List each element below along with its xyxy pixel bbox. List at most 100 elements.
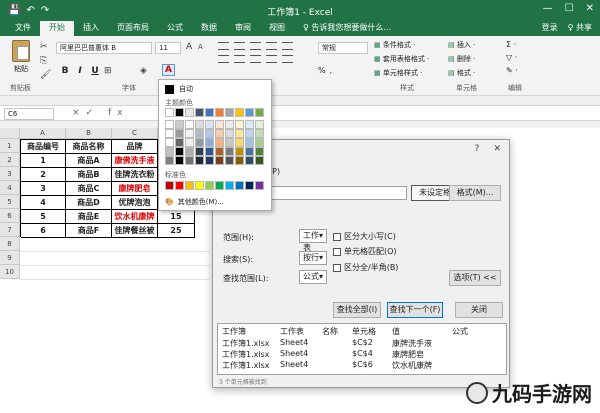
theme-color-swatch[interactable] <box>205 156 214 165</box>
theme-color-swatch[interactable] <box>175 129 184 138</box>
standard-color-swatch[interactable] <box>195 181 204 190</box>
row-header[interactable]: 2 <box>0 153 20 167</box>
theme-color-swatch[interactable] <box>255 129 264 138</box>
tab-formulas[interactable]: 公式 <box>158 21 192 36</box>
theme-color-swatch[interactable] <box>185 129 194 138</box>
border-icon[interactable]: ⊞ <box>104 66 112 76</box>
format-button[interactable]: 格式 · <box>448 68 475 78</box>
results-list[interactable]: 工作簿 工作表 名称 单元格 值 公式 工作簿1.xlsx Sheet4 $C$… <box>217 323 507 375</box>
scope-select[interactable]: 工作表 <box>299 229 327 252</box>
theme-color-swatch[interactable] <box>185 156 194 165</box>
theme-color-swatch[interactable] <box>235 129 244 138</box>
table-cell[interactable]: 4 <box>21 196 66 210</box>
wrap-text-icon[interactable] <box>282 42 293 50</box>
standard-color-swatch[interactable] <box>225 181 234 190</box>
table-cell[interactable]: 佳牌餐丝被 <box>112 224 158 238</box>
tab-view[interactable]: 视图 <box>260 21 294 36</box>
theme-color-swatch[interactable] <box>255 156 264 165</box>
theme-color-swatch[interactable] <box>205 138 214 147</box>
theme-color-swatch[interactable] <box>165 108 174 117</box>
standard-color-swatch[interactable] <box>175 181 184 190</box>
theme-color-swatch[interactable] <box>175 147 184 156</box>
tab-page-layout[interactable]: 页面布局 <box>108 21 158 36</box>
column-header-c[interactable]: C <box>112 128 158 139</box>
row-header[interactable]: 7 <box>0 223 20 237</box>
list-item[interactable]: 工作簿1.xlsx Sheet4 $C$2 康牌洗手液 <box>222 338 452 349</box>
row-header[interactable]: 3 <box>0 167 20 181</box>
paste-button[interactable]: 粘贴 <box>8 40 34 74</box>
sign-in-link[interactable]: 登录 <box>542 22 558 33</box>
theme-color-swatch[interactable] <box>215 147 224 156</box>
italic-button[interactable]: I <box>75 66 85 76</box>
font-size-select[interactable]: 11 <box>155 42 181 54</box>
formula-bar-icons[interactable]: ×✓ fx <box>72 108 128 118</box>
col-header-sheet[interactable]: 工作表 <box>280 326 322 337</box>
tab-insert[interactable]: 插入 <box>74 21 108 36</box>
col-header-workbook[interactable]: 工作簿 <box>222 326 280 337</box>
theme-color-swatch[interactable] <box>205 108 214 117</box>
table-cell[interactable]: 1 <box>21 154 66 168</box>
standard-color-swatch[interactable] <box>235 181 244 190</box>
theme-color-swatch[interactable] <box>195 156 204 165</box>
theme-color-swatch[interactable] <box>225 129 234 138</box>
theme-color-swatch[interactable] <box>175 108 184 117</box>
theme-color-swatch[interactable] <box>255 108 264 117</box>
table-cell[interactable]: 6 <box>21 224 66 238</box>
conditional-format-button[interactable]: 条件格式 · <box>374 40 429 50</box>
col-header-name[interactable]: 名称 <box>322 326 352 337</box>
col-header-value[interactable]: 值 <box>392 326 452 337</box>
orientation-icon[interactable] <box>266 42 277 50</box>
tab-review[interactable]: 审阅 <box>226 21 260 36</box>
list-item[interactable]: 工作簿1.xlsx Sheet4 $C$6 饮水机康牌 <box>222 360 452 371</box>
row-header[interactable]: 8 <box>0 237 20 251</box>
tab-home[interactable]: 开始 <box>40 21 74 36</box>
theme-color-swatch[interactable] <box>165 147 174 156</box>
match-case-checkbox[interactable]: 区分大小写(C) <box>333 231 396 242</box>
theme-color-swatch[interactable] <box>195 138 204 147</box>
format-painter-icon[interactable]: 🖌 <box>40 70 51 80</box>
theme-color-swatch[interactable] <box>165 120 174 129</box>
delete-button[interactable]: 删除 · <box>448 54 475 64</box>
bold-button[interactable]: B <box>60 66 70 76</box>
theme-color-swatch[interactable] <box>205 120 214 129</box>
theme-color-swatch[interactable] <box>235 120 244 129</box>
theme-color-swatch[interactable] <box>175 156 184 165</box>
theme-color-swatch[interactable] <box>245 147 254 156</box>
align-center-icon[interactable] <box>234 55 245 63</box>
insert-button[interactable]: 插入 · <box>448 40 475 50</box>
table-cell[interactable]: 商品B <box>66 168 112 182</box>
col-header-formula[interactable]: 公式 <box>452 326 492 337</box>
find-all-button[interactable]: 查找全部(I) <box>333 302 381 318</box>
theme-color-swatch[interactable] <box>225 138 234 147</box>
theme-color-swatch[interactable] <box>195 108 204 117</box>
format-as-table-button[interactable]: 套用表格格式 · <box>374 54 429 64</box>
font-name-select[interactable]: 阿里巴巴普惠体 B <box>56 42 152 54</box>
theme-color-swatch[interactable] <box>245 129 254 138</box>
align-middle-icon[interactable] <box>234 42 245 50</box>
theme-color-swatch[interactable] <box>205 147 214 156</box>
theme-color-swatch[interactable] <box>185 138 194 147</box>
tab-data[interactable]: 数据 <box>192 21 226 36</box>
theme-color-swatch[interactable] <box>205 129 214 138</box>
standard-color-swatch[interactable] <box>245 181 254 190</box>
table-cell[interactable]: 商品编号 <box>21 140 66 154</box>
tab-file[interactable]: 文件 <box>6 21 40 36</box>
theme-color-swatch[interactable] <box>255 120 264 129</box>
table-cell[interactable]: 商品F <box>66 224 112 238</box>
undo-icon[interactable]: ↶ <box>26 5 34 16</box>
theme-color-swatch[interactable] <box>245 108 254 117</box>
theme-color-swatch[interactable] <box>235 147 244 156</box>
row-header[interactable]: 9 <box>0 251 20 265</box>
table-cell[interactable]: 佳牌洗衣粉 <box>112 168 158 182</box>
theme-color-swatch[interactable] <box>175 138 184 147</box>
theme-color-swatch[interactable] <box>225 108 234 117</box>
table-cell[interactable]: 商品A <box>66 154 112 168</box>
table-cell[interactable]: 饮水机康牌 <box>112 210 158 224</box>
close-button[interactable]: 关闭 <box>455 302 503 318</box>
standard-color-swatch[interactable] <box>165 181 174 190</box>
standard-color-swatch[interactable] <box>205 181 214 190</box>
theme-color-swatch[interactable] <box>235 108 244 117</box>
column-header-b[interactable]: B <box>66 128 112 139</box>
table-cell[interactable]: 商品名称 <box>66 140 112 154</box>
tell-me-search[interactable]: ♀ 告诉我您想要做什么... <box>294 21 400 36</box>
